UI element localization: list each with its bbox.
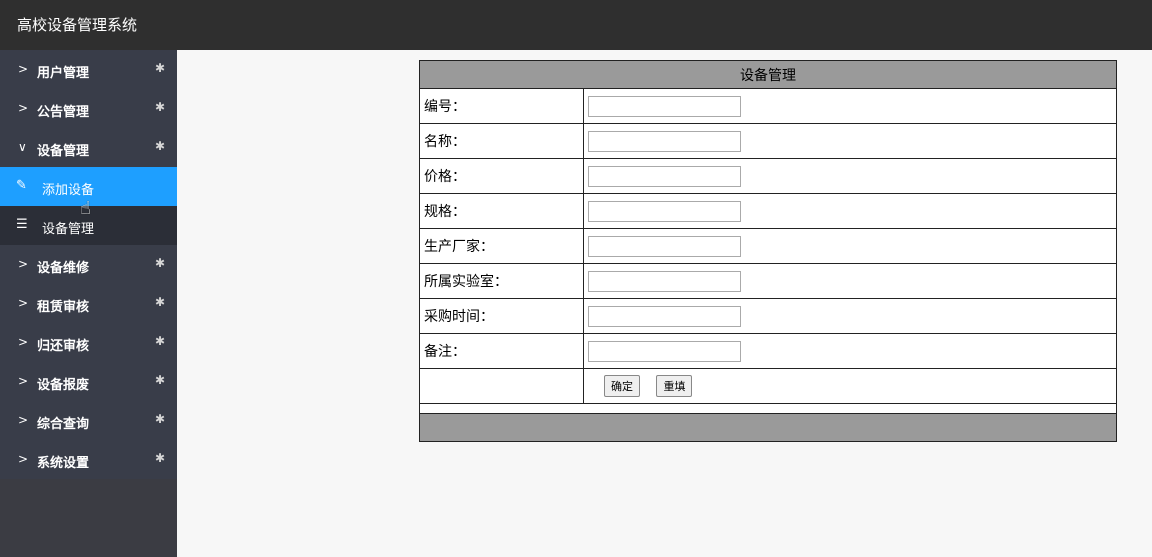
chevron-down-icon: ∨ xyxy=(18,140,27,154)
sidebar-item-equipment-scrap[interactable]: > 设备报废 ✱ xyxy=(0,362,177,401)
form-actions-row: 确定 重填 xyxy=(419,368,1117,404)
gear-icon: ✱ xyxy=(155,295,166,309)
sidebar-item-equipment-management[interactable]: ∨ 设备管理 ✱ xyxy=(0,128,177,167)
form-title: 设备管理 xyxy=(419,60,1117,89)
field-cell xyxy=(583,298,1117,334)
sidebar-item-label: 公告管理 xyxy=(37,105,90,120)
purchase-time-input[interactable] xyxy=(588,305,741,327)
field-cell xyxy=(583,333,1117,369)
field-cell xyxy=(583,88,1117,124)
field-label: 采购时间： xyxy=(419,298,584,334)
sidebar-item-label: 系统设置 xyxy=(37,456,90,471)
spacer-row xyxy=(419,403,1117,414)
sidebar-item-system-settings[interactable]: > 系统设置 ✱ xyxy=(0,440,177,479)
form-row-remark: 备注： xyxy=(419,333,1117,369)
form-footer-row xyxy=(419,413,1117,442)
sidebar-subitem-label: 添加设备 xyxy=(42,183,95,198)
submit-button[interactable]: 确定 xyxy=(604,375,640,397)
form-row-id: 编号： xyxy=(419,88,1117,124)
sidebar-item-label: 归还审核 xyxy=(37,339,90,354)
field-cell xyxy=(583,228,1117,264)
gear-icon: ✱ xyxy=(155,256,166,270)
hand-cursor-icon: ☝ xyxy=(80,198,91,219)
sidebar-item-label: 设备报废 xyxy=(37,378,90,393)
chevron-right-icon: > xyxy=(18,101,29,115)
price-input[interactable] xyxy=(588,165,741,187)
field-label: 生产厂家： xyxy=(419,228,584,264)
chevron-right-icon: > xyxy=(18,413,29,427)
form-row-spec: 规格： xyxy=(419,193,1117,229)
sidebar-item-announcement-management[interactable]: > 公告管理 ✱ xyxy=(0,89,177,128)
form-row-name: 名称： xyxy=(419,123,1117,159)
sidebar-item-label: 用户管理 xyxy=(37,66,90,81)
sidebar-item-general-query[interactable]: > 综合查询 ✱ xyxy=(0,401,177,440)
list-icon: ☰ xyxy=(16,217,28,232)
form-row-manufacturer: 生产厂家： xyxy=(419,228,1117,264)
remark-input[interactable] xyxy=(588,340,741,362)
field-label: 备注： xyxy=(419,333,584,369)
sidebar-item-label: 设备管理 xyxy=(37,144,90,159)
chevron-right-icon: > xyxy=(18,257,29,271)
field-label: 名称： xyxy=(419,123,584,159)
field-cell xyxy=(583,263,1117,299)
field-label: 规格： xyxy=(419,193,584,229)
chevron-right-icon: > xyxy=(18,296,29,310)
form-header-row: 设备管理 xyxy=(419,60,1117,89)
field-label: 价格： xyxy=(419,158,584,194)
sidebar: > 用户管理 ✱ > 公告管理 ✱ ∨ 设备管理 ✱ ✎ 添加设备 ☰ 设备管理… xyxy=(0,50,177,557)
gear-icon: ✱ xyxy=(155,61,166,75)
sidebar-item-user-management[interactable]: > 用户管理 ✱ xyxy=(0,50,177,89)
gear-icon: ✱ xyxy=(155,334,166,348)
sidebar-item-label: 设备维修 xyxy=(37,261,90,276)
chevron-right-icon: > xyxy=(18,452,29,466)
chevron-right-icon: > xyxy=(18,335,29,349)
sidebar-item-label: 综合查询 xyxy=(37,417,90,432)
reset-button[interactable]: 重填 xyxy=(656,375,693,397)
equipment-form: 设备管理 编号： 名称： 价格： 规格： 生产厂家： 所属实验室： 采购时间： … xyxy=(419,60,1117,442)
id-input[interactable] xyxy=(588,95,741,117)
footer-cell xyxy=(419,413,1117,442)
gear-icon: ✱ xyxy=(155,451,166,465)
actions-cell: 确定 重填 xyxy=(583,368,1117,404)
name-input[interactable] xyxy=(588,130,741,152)
pencil-icon: ✎ xyxy=(16,178,27,193)
sidebar-item-label: 租赁审核 xyxy=(37,300,90,315)
gear-icon: ✱ xyxy=(155,100,166,114)
sidebar-item-rental-review[interactable]: > 租赁审核 ✱ xyxy=(0,284,177,323)
chevron-right-icon: > xyxy=(18,62,29,76)
form-row-price: 价格： xyxy=(419,158,1117,194)
gear-icon: ✱ xyxy=(155,139,166,153)
field-label: 编号： xyxy=(419,88,584,124)
manufacturer-input[interactable] xyxy=(588,235,741,257)
top-header: 高校设备管理系统 xyxy=(0,0,1152,50)
gear-icon: ✱ xyxy=(155,373,166,387)
empty-cell xyxy=(419,368,584,404)
field-cell xyxy=(583,158,1117,194)
app-title: 高校设备管理系统 xyxy=(17,16,138,34)
sidebar-subitem-label: 设备管理 xyxy=(42,222,95,237)
spec-input[interactable] xyxy=(588,200,741,222)
sidebar-item-equipment-repair[interactable]: > 设备维修 ✱ xyxy=(0,245,177,284)
field-cell xyxy=(583,193,1117,229)
sidebar-menu: > 用户管理 ✱ > 公告管理 ✱ ∨ 设备管理 ✱ ✎ 添加设备 ☰ 设备管理… xyxy=(0,50,177,479)
lab-input[interactable] xyxy=(588,270,741,292)
gear-icon: ✱ xyxy=(155,412,166,426)
field-cell xyxy=(583,123,1117,159)
form-row-lab: 所属实验室： xyxy=(419,263,1117,299)
chevron-right-icon: > xyxy=(18,374,29,388)
form-row-purchase-time: 采购时间： xyxy=(419,298,1117,334)
spacer-cell xyxy=(419,403,1117,414)
field-label: 所属实验室： xyxy=(419,263,584,299)
sidebar-item-return-review[interactable]: > 归还审核 ✱ xyxy=(0,323,177,362)
